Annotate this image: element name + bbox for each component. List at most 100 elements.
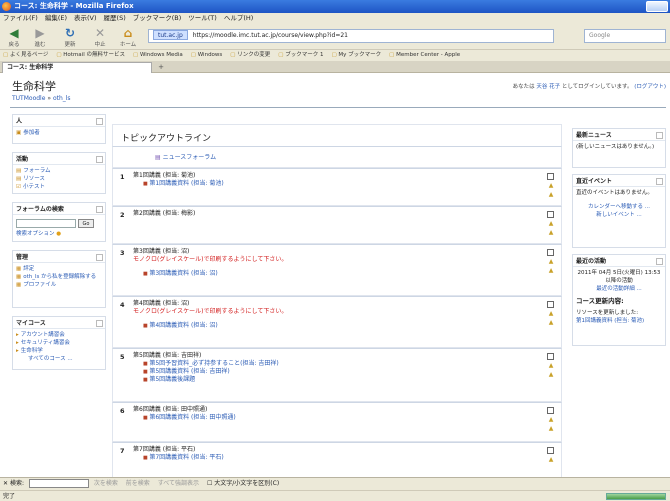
- reload-button[interactable]: ↻ 更新: [58, 26, 82, 48]
- firefox-icon: [2, 2, 11, 11]
- menu-help[interactable]: ヘルプ(H): [224, 13, 253, 24]
- tab-course[interactable]: コース: 生命科学: [2, 62, 152, 73]
- full-activity-link[interactable]: 最近の活動詳細 ...: [576, 285, 662, 293]
- menu-view[interactable]: 表示(V): [74, 13, 97, 24]
- help-icon[interactable]: ●: [56, 231, 61, 237]
- highlight-icon[interactable]: ▲: [547, 415, 555, 424]
- section-checkbox[interactable]: [547, 173, 554, 180]
- bookmark-item[interactable]: Member Center - Apple: [389, 50, 460, 61]
- news-forum-link[interactable]: ニュースフォーラム: [155, 154, 216, 161]
- resource-link[interactable]: 第4回講義資料 (担当: 沼): [143, 322, 561, 330]
- highlight-all-button[interactable]: すべて強調表示: [158, 480, 199, 487]
- resource-link[interactable]: 第1回講義資料 (担当: 菊池): [143, 180, 561, 188]
- home-button[interactable]: ⌂ ホーム: [116, 26, 140, 48]
- course-icon: ▸: [16, 332, 19, 338]
- section-checkbox[interactable]: [547, 211, 554, 218]
- highlight-icon[interactable]: ▲: [547, 361, 555, 370]
- new-event-link[interactable]: 新しいイベント ...: [576, 211, 662, 219]
- section-checkbox[interactable]: [547, 249, 554, 256]
- section-checkbox[interactable]: [547, 407, 554, 414]
- forward-arrow-icon: ▶: [35, 26, 45, 40]
- participants-link[interactable]: ▣ 参加者: [16, 129, 102, 137]
- window-title: コース: 生命科学 - Mozilla Firefox: [14, 2, 134, 10]
- search-input[interactable]: Google: [584, 29, 666, 43]
- user-link[interactable]: 天谷 花子: [536, 84, 560, 90]
- menu-bookmarks[interactable]: ブックマーク(B): [133, 13, 182, 24]
- bookmark-item[interactable]: リンクの変更: [230, 50, 270, 61]
- logout-link[interactable]: (ログアウト): [634, 84, 666, 90]
- bookmark-item[interactable]: Windows Media: [133, 50, 183, 61]
- section-3: 3 第3回講義 (担当: 沼) モノクロ(グレイスケール)で印刷するようにして下…: [112, 244, 562, 296]
- find-next-button[interactable]: 次を検索: [94, 480, 118, 487]
- stop-icon: ✕: [94, 26, 106, 40]
- highlight-icon[interactable]: ▲: [547, 190, 555, 199]
- bookmark-item[interactable]: Windows: [191, 50, 223, 61]
- bookmark-item[interactable]: ブックマーク 1: [278, 50, 323, 61]
- section-notice: モノクロ(グレイスケール)で印刷するようにして下さい。: [133, 308, 288, 315]
- course-icon: ▸: [16, 340, 19, 346]
- section-name: 第2回講義 (担当: 梅影): [133, 210, 196, 217]
- calendar-link[interactable]: カレンダーへ移動する ...: [576, 203, 662, 211]
- block-latest-news: 最新ニュース (新しいニュースはありません。): [572, 128, 666, 168]
- menu-file[interactable]: ファイル(F): [3, 13, 38, 24]
- section-checkbox[interactable]: [547, 447, 554, 454]
- match-case-checkbox[interactable]: ☐ 大文字/小文字を区別(C): [207, 480, 279, 487]
- new-tab-icon[interactable]: +: [156, 63, 166, 72]
- profile-link[interactable]: ▦ プロファイル: [16, 281, 102, 289]
- url-bar[interactable]: tut.ac.jp https://moodle.imc.tut.ac.jp/c…: [148, 29, 554, 43]
- bookmark-item[interactable]: Hotmail の無料サービス: [56, 50, 125, 61]
- forum-search-input[interactable]: [16, 219, 76, 228]
- breadcrumb-current[interactable]: oth_ls: [53, 95, 71, 102]
- activity-quiz-link[interactable]: ☑ 小テスト: [16, 183, 102, 191]
- stop-button[interactable]: ✕ 中止: [88, 26, 112, 48]
- menu-tools[interactable]: ツール(T): [188, 13, 217, 24]
- assignment-link[interactable]: 第5回講義後課題: [143, 376, 561, 384]
- highlight-icon[interactable]: ▲: [547, 318, 555, 327]
- section-number: 6: [120, 407, 125, 415]
- breadcrumb: TUTMoodle » oth_ls: [12, 95, 71, 102]
- advanced-search-link[interactable]: 検索オプション ●: [16, 230, 102, 238]
- menu-edit[interactable]: 編集(E): [45, 13, 67, 24]
- find-previous-button[interactable]: 前を検索: [126, 480, 150, 487]
- close-icon[interactable]: ✕: [3, 480, 8, 487]
- updated-resource-link[interactable]: 第1回講義資料 (担当: 菊池): [576, 317, 662, 325]
- resource-link[interactable]: 第7回講義資料 (担当: 平石): [143, 454, 561, 462]
- resource-link[interactable]: 第6回講義資料 (担当: 田中照通): [143, 414, 561, 422]
- highlight-icon[interactable]: ▲: [547, 266, 555, 275]
- course-link[interactable]: ▸ アカウント講習会: [16, 331, 102, 339]
- bookmark-item[interactable]: My ブックマーク: [331, 50, 381, 61]
- resource-link[interactable]: 第5回講義資料 (担当: 吉田祥): [143, 368, 561, 376]
- bookmark-item[interactable]: よく見るページ: [3, 50, 48, 61]
- forum-search-go-button[interactable]: Go: [78, 219, 94, 228]
- all-courses-link[interactable]: すべてのコース ...: [28, 355, 102, 363]
- menu-bar: ファイル(F) 編集(E) 表示(V) 履歴(S) ブックマーク(B) ツール(…: [0, 13, 670, 24]
- highlight-icon[interactable]: ▲: [547, 309, 555, 318]
- resource-link[interactable]: 第3回講義資料 (担当: 沼): [143, 270, 561, 278]
- resource-link[interactable]: 第5回予習資料_必ず持参すること(担当: 吉田祥): [143, 360, 561, 368]
- highlight-icon[interactable]: ▲: [547, 370, 555, 379]
- course-link[interactable]: ▸ 生命科学: [16, 347, 102, 355]
- activity-forum-link[interactable]: ▤ フォーラム: [16, 167, 102, 175]
- site-identity[interactable]: tut.ac.jp: [153, 30, 188, 40]
- course-link[interactable]: ▸ セキュリティ講習会: [16, 339, 102, 347]
- section-checkbox[interactable]: [547, 301, 554, 308]
- highlight-icon[interactable]: ▲: [547, 219, 555, 228]
- unenrol-link[interactable]: ▦ oth_ls から私を登録解除する: [16, 273, 102, 281]
- back-button[interactable]: ◀ 戻る: [2, 26, 26, 48]
- highlight-icon[interactable]: ▲: [547, 424, 555, 433]
- highlight-icon[interactable]: ▲: [547, 228, 555, 237]
- forward-button[interactable]: ▶ 進む: [28, 26, 52, 48]
- menu-history[interactable]: 履歴(S): [104, 13, 126, 24]
- highlight-icon[interactable]: ▲: [547, 181, 555, 190]
- highlight-icon[interactable]: ▲: [547, 257, 555, 266]
- activity-resource-link[interactable]: ▤ リソース: [16, 175, 102, 183]
- section-checkbox[interactable]: [547, 353, 554, 360]
- window-controls[interactable]: [646, 1, 668, 12]
- highlight-icon[interactable]: ▲: [547, 455, 555, 464]
- find-label: 検索:: [9, 480, 24, 487]
- breadcrumb-root[interactable]: TUTMoodle: [12, 95, 45, 102]
- grades-link[interactable]: ▦ 評定: [16, 265, 102, 273]
- section-number: 1: [120, 173, 125, 181]
- find-input[interactable]: [28, 479, 89, 488]
- navigation-toolbar: ◀ 戻る ▶ 進む ↻ 更新 ✕ 中止 ⌂ ホーム tut.ac.jp http…: [0, 24, 670, 50]
